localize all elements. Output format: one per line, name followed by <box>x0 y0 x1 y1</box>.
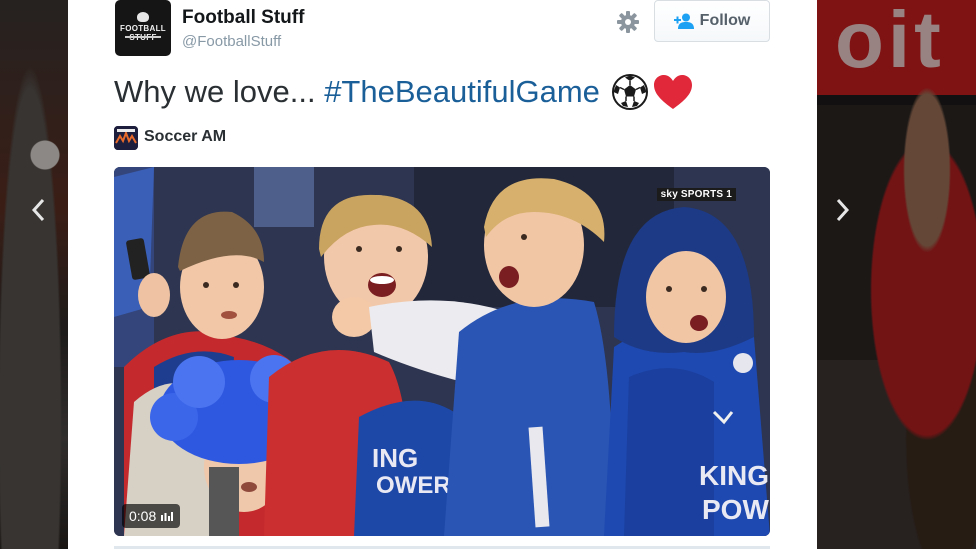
avatar-logo-text: FOOTBALL STUFF <box>120 24 166 42</box>
avatar[interactable]: FOOTBALL STUFF <box>115 0 171 56</box>
follow-button[interactable]: Follow <box>654 0 770 42</box>
kit-text-right-line1: KING <box>699 460 769 491</box>
tweet-text: Why we love... #TheBeautifulGame <box>114 74 600 110</box>
avatar-logo-mark <box>137 12 149 22</box>
hashtag-link[interactable]: #TheBeautifulGame <box>324 74 600 109</box>
tweet-lightbox: oit FOOTBALL STUFF Football Stuff @Footb… <box>0 0 976 549</box>
video-duration: 0:08 <box>122 504 181 528</box>
channel-logo: sky SPORTS 1 <box>656 188 736 201</box>
follow-label: Follow <box>699 12 751 29</box>
video-player[interactable]: ING OWER KING POW sky SPORTS 1 0:08 <box>114 167 770 536</box>
kit-text-left-line2: OWER <box>376 472 451 499</box>
gear-icon[interactable] <box>616 10 640 34</box>
avatar-logo-underline <box>125 36 161 38</box>
kit-text-right-line2: POWE <box>702 494 770 525</box>
volume-bars-icon <box>161 512 174 521</box>
display-name[interactable]: Football Stuff <box>182 7 304 29</box>
source-app-name[interactable]: Soccer AM <box>144 128 226 146</box>
soccer-ball-emoji <box>612 74 648 110</box>
source-app-icon[interactable] <box>114 126 138 150</box>
video-frame: ING OWER KING POW <box>114 167 770 536</box>
duration-text: 0:08 <box>129 508 157 524</box>
chevron-right-icon <box>836 198 850 222</box>
kit-text-left-line1: ING <box>372 443 418 473</box>
tweet-text-plain: Why we love... <box>114 74 325 109</box>
previous-arrow[interactable] <box>25 192 51 228</box>
add-user-icon <box>673 13 694 29</box>
next-arrow[interactable] <box>830 192 856 228</box>
user-handle[interactable]: @FootballStuff <box>182 33 281 50</box>
heart-emoji <box>654 75 692 109</box>
tweet-card: FOOTBALL STUFF Football Stuff @FootballS… <box>68 0 817 549</box>
soccer-am-logo-icon <box>114 126 138 150</box>
chevron-left-icon <box>31 198 45 222</box>
